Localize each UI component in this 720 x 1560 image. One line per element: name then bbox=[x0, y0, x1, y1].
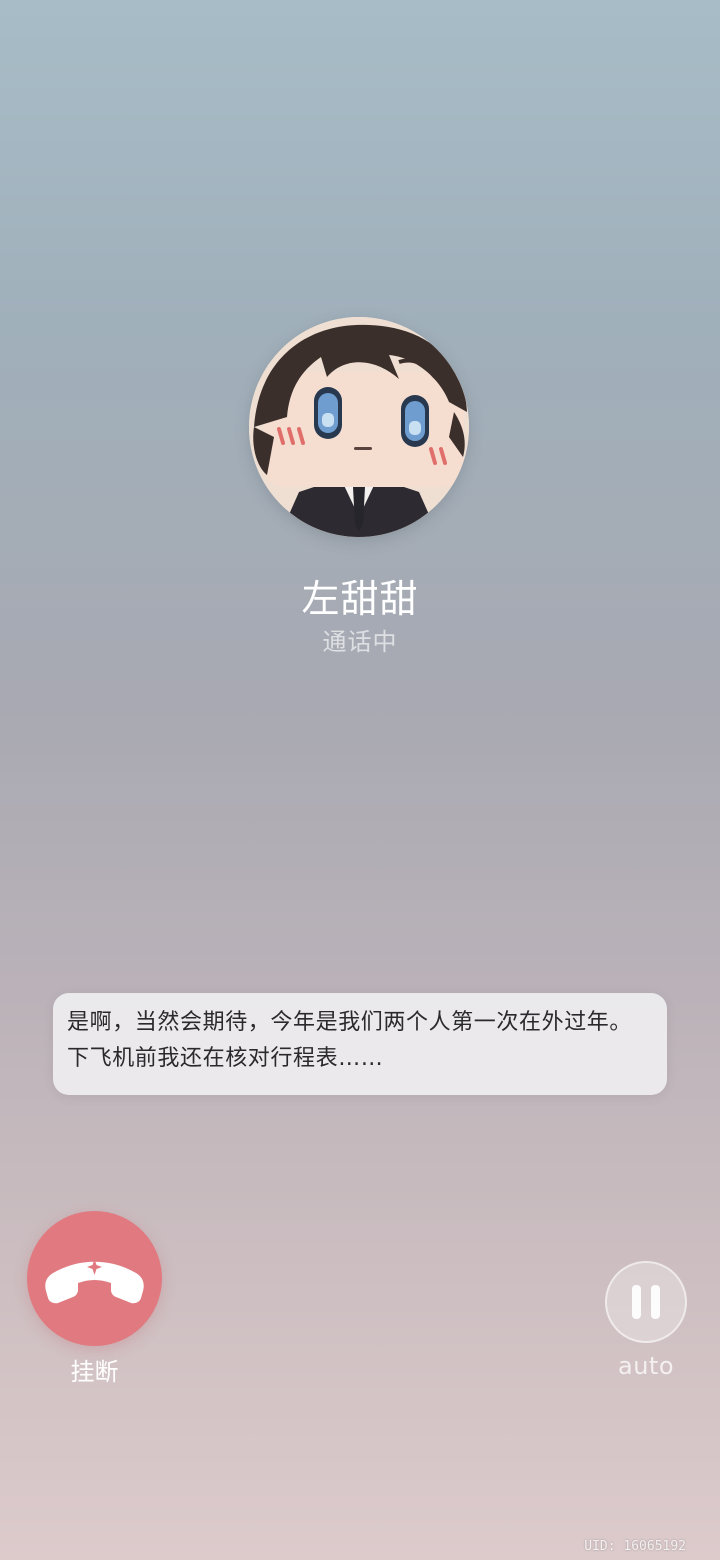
caller-name: 左甜甜 bbox=[301, 577, 419, 621]
pause-icon-bar bbox=[651, 1285, 660, 1319]
auto-pause-button[interactable] bbox=[605, 1261, 687, 1343]
hangup-button[interactable] bbox=[27, 1211, 162, 1346]
caller-avatar bbox=[249, 317, 469, 537]
uid-watermark: UID: 16065192 bbox=[584, 1539, 686, 1554]
chibi-character-avatar-icon bbox=[249, 317, 469, 537]
call-status: 通话中 bbox=[322, 628, 398, 656]
pause-icon bbox=[632, 1285, 641, 1319]
phone-hangup-icon bbox=[45, 1259, 144, 1304]
dialogue-bubble[interactable]: 是啊，当然会期待，今年是我们两个人第一次在外过年。下飞机前我还在核对行程表…… bbox=[53, 993, 667, 1095]
dialogue-text: 是啊，当然会期待，今年是我们两个人第一次在外过年。下飞机前我还在核对行程表…… bbox=[67, 1010, 633, 1071]
hangup-label: 挂断 bbox=[70, 1358, 119, 1386]
call-screen: 左甜甜 通话中 是啊，当然会期待，今年是我们两个人第一次在外过年。下飞机前我还在… bbox=[0, 0, 720, 1560]
auto-label: auto bbox=[617, 1352, 674, 1380]
